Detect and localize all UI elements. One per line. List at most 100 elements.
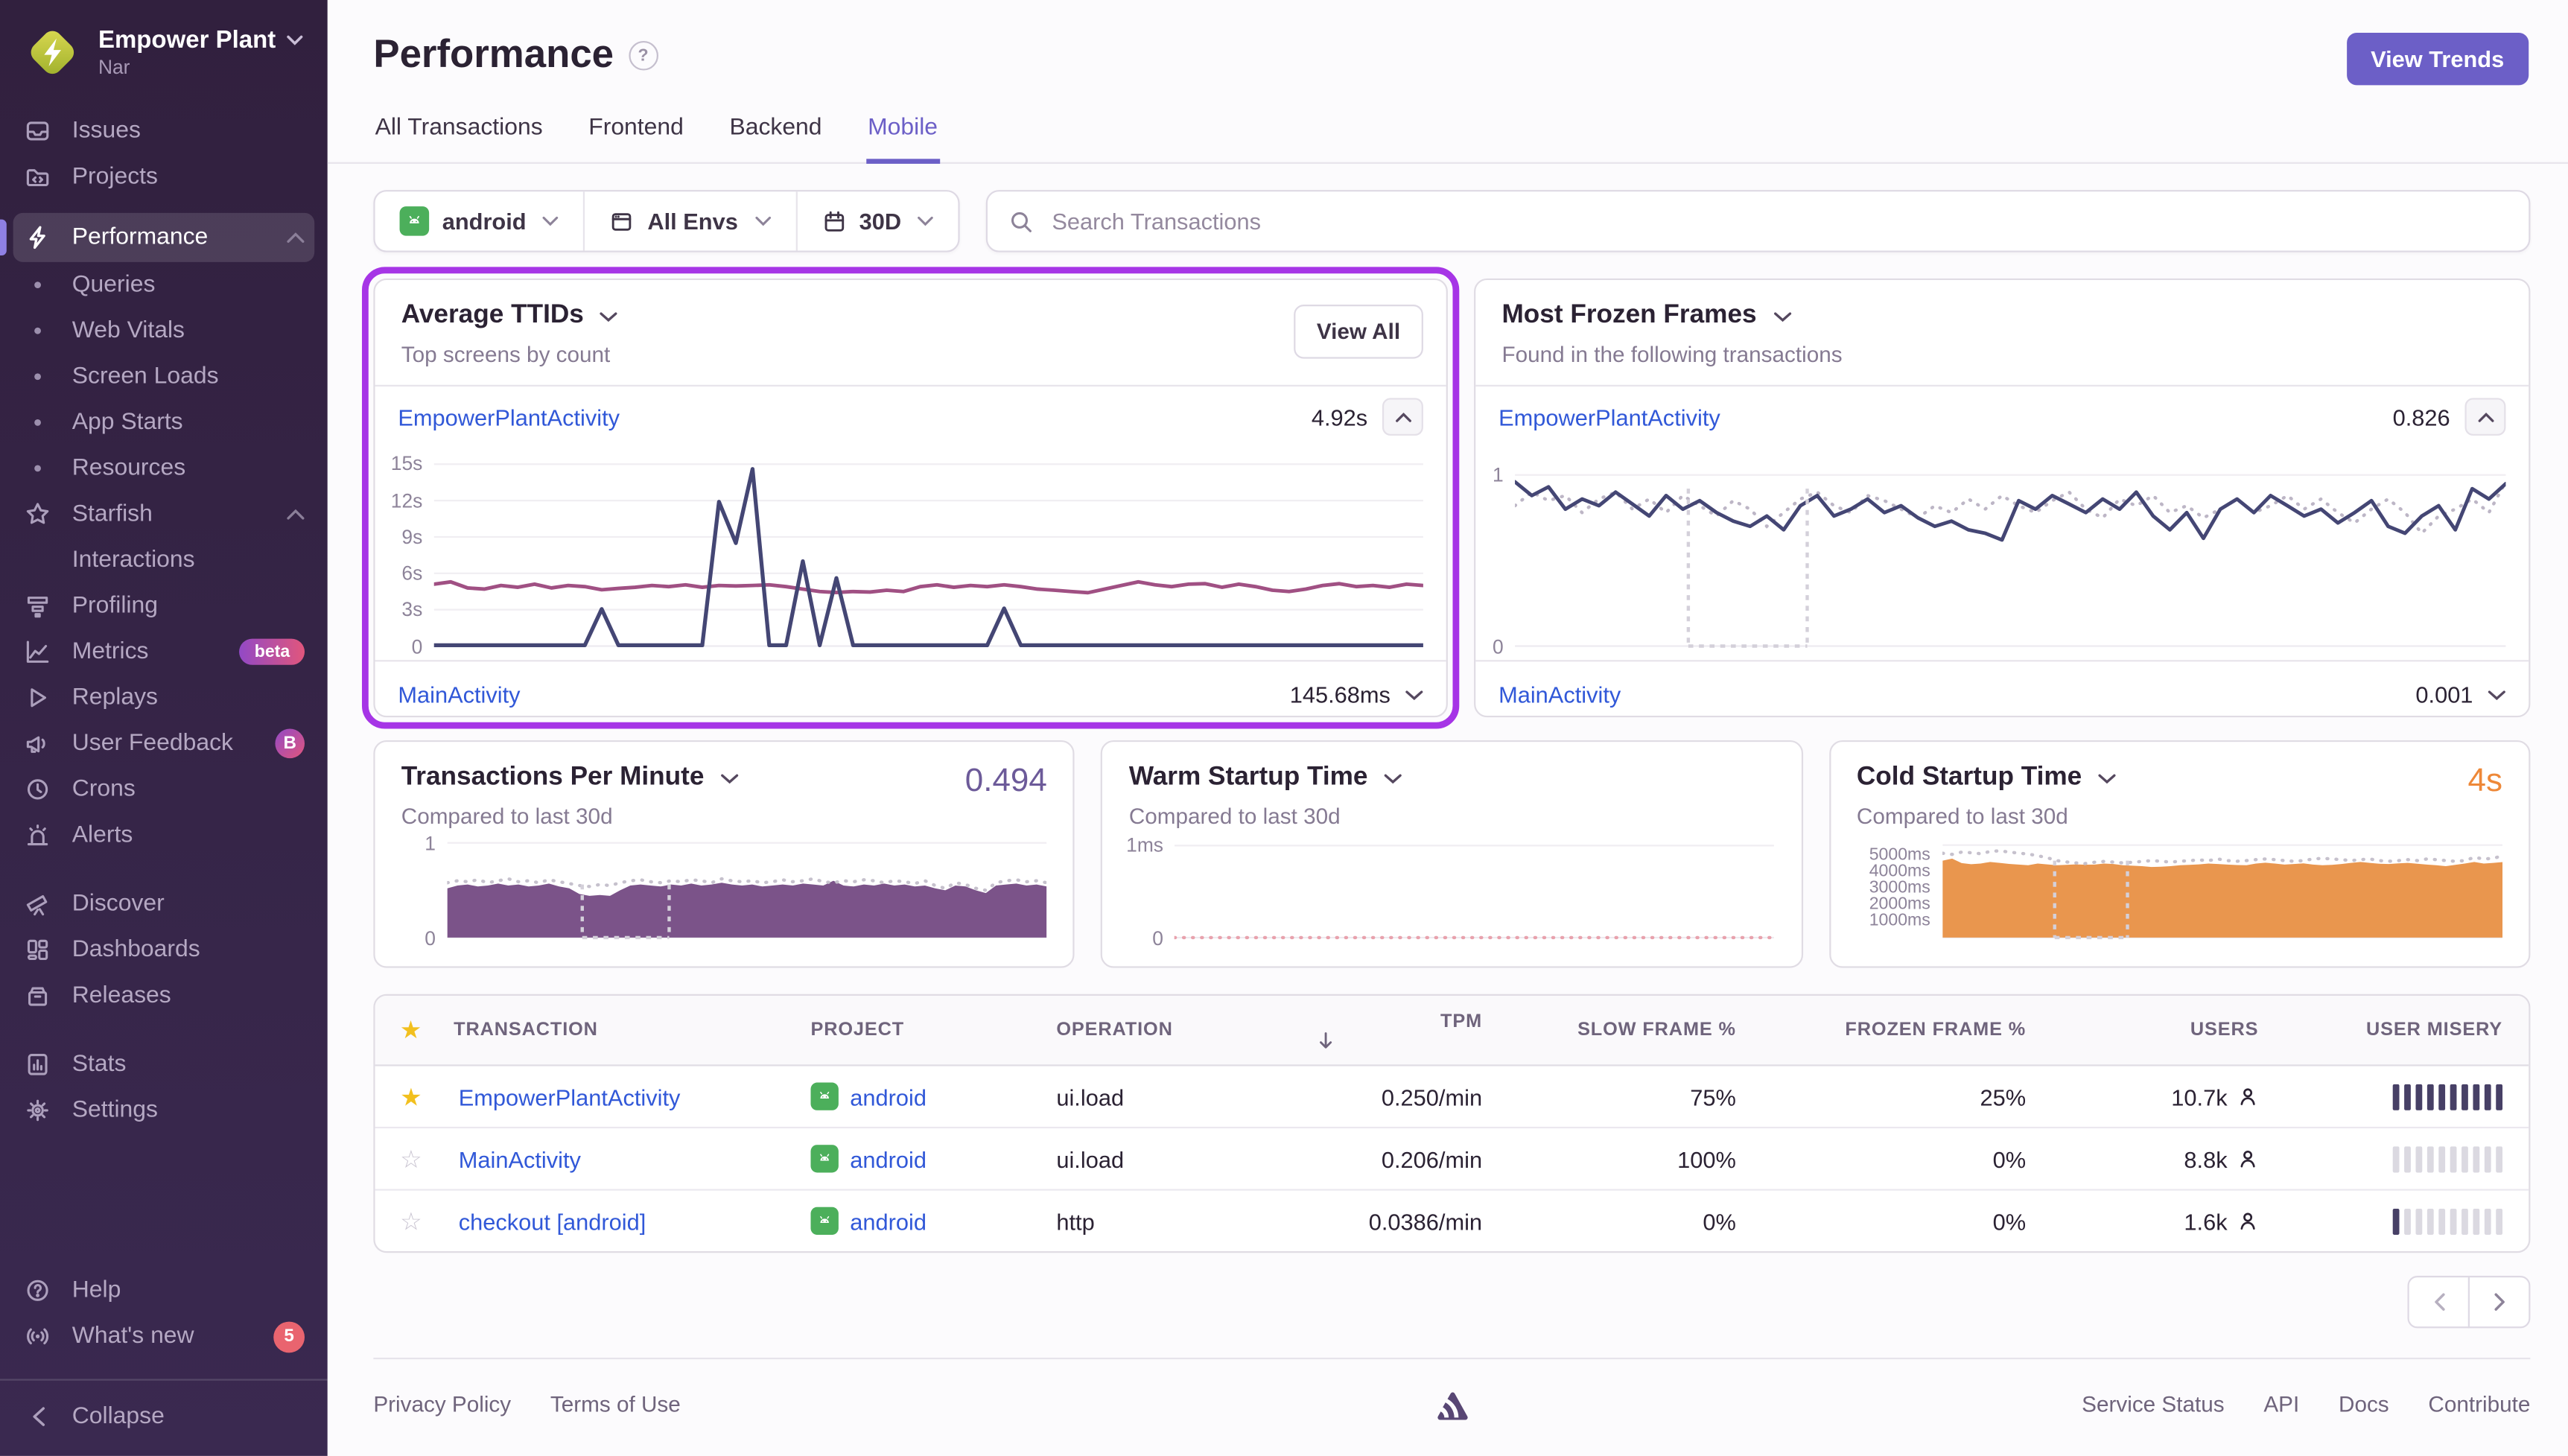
sidebar-item-releases[interactable]: Releases xyxy=(0,973,328,1019)
sidebar-nav: Issues Projects Performance Queries Web … xyxy=(0,108,328,1440)
sidebar-item-resources[interactable]: Resources xyxy=(0,445,328,492)
transaction-link[interactable]: EmpowerPlantActivity xyxy=(1498,404,1720,430)
collapse-row-button[interactable] xyxy=(1382,398,1423,436)
cold-startup-title[interactable]: Cold Startup Time xyxy=(1857,763,2502,793)
sidebar-item-performance[interactable]: Performance xyxy=(0,212,315,262)
api-link[interactable]: API xyxy=(2263,1392,2299,1417)
col-operation[interactable]: OPERATION xyxy=(1050,1020,1312,1040)
environment-filter[interactable]: All Envs xyxy=(583,191,795,251)
warm-startup-title[interactable]: Warm Startup Time xyxy=(1129,763,1775,793)
tpm-value: 0.494 xyxy=(964,763,1047,800)
contribute-link[interactable]: Contribute xyxy=(2428,1392,2530,1417)
user-misery-bars xyxy=(2392,1207,2503,1234)
tpm-chart: 10 xyxy=(401,829,1047,947)
view-all-button[interactable]: View All xyxy=(1294,305,1423,359)
issues-icon xyxy=(23,118,53,144)
sidebar-item-queries[interactable]: Queries xyxy=(0,262,328,308)
star-toggle[interactable] xyxy=(375,1144,448,1174)
privacy-policy-link[interactable]: Privacy Policy xyxy=(373,1392,511,1417)
chevron-down-icon xyxy=(287,35,304,45)
pagination xyxy=(373,1276,2531,1329)
view-trends-button[interactable]: View Trends xyxy=(2346,32,2529,86)
col-transaction[interactable]: TRANSACTION xyxy=(447,1020,804,1040)
org-switcher[interactable]: Empower Plant Nar xyxy=(0,19,328,108)
transaction-link[interactable]: EmpowerPlantActivity xyxy=(459,1084,681,1110)
sidebar-item-web-vitals[interactable]: Web Vitals xyxy=(0,308,328,354)
previous-page-button[interactable] xyxy=(2407,1276,2470,1329)
sidebar-item-alerts[interactable]: Alerts xyxy=(0,813,328,859)
gear-icon xyxy=(23,1097,53,1123)
next-page-button[interactable] xyxy=(2467,1276,2531,1329)
tab-all-transactions[interactable]: All Transactions xyxy=(373,108,544,162)
users-cell: 10.7k xyxy=(2033,1084,2265,1110)
tpm-subtitle: Compared to last 30d xyxy=(401,804,613,829)
sidebar-item-stats[interactable]: Stats xyxy=(0,1042,328,1088)
bullet-icon xyxy=(23,465,53,472)
sidebar-item-whats-new[interactable]: What's new 5 xyxy=(0,1314,328,1360)
sidebar-item-help[interactable]: Help xyxy=(0,1268,328,1314)
search-transactions-input[interactable] xyxy=(1048,206,2508,236)
sidebar-item-user-feedback[interactable]: User Feedback B xyxy=(0,721,328,767)
docs-link[interactable]: Docs xyxy=(2339,1392,2389,1417)
expand-row-button[interactable] xyxy=(1405,689,1423,700)
terms-of-use-link[interactable]: Terms of Use xyxy=(550,1392,681,1417)
star-toggle[interactable] xyxy=(375,1207,448,1236)
star-toggle[interactable] xyxy=(375,1081,448,1111)
chevron-up-icon xyxy=(287,508,305,520)
sidebar-item-interactions[interactable]: Interactions xyxy=(0,537,328,583)
col-user-misery[interactable]: USER MISERY xyxy=(2265,1020,2529,1040)
sidebar-item-replays[interactable]: Replays xyxy=(0,675,328,721)
col-project[interactable]: PROJECT xyxy=(804,1020,1050,1040)
tab-mobile[interactable]: Mobile xyxy=(865,108,940,164)
page-help-icon[interactable]: ? xyxy=(628,40,658,71)
avg-ttids-subtitle: Top screens by count xyxy=(401,342,611,367)
sidebar-collapse-button[interactable]: Collapse xyxy=(0,1379,328,1440)
sidebar-item-discover[interactable]: Discover xyxy=(0,881,328,927)
transaction-link[interactable]: EmpowerPlantActivity xyxy=(398,404,620,430)
tab-frontend[interactable]: Frontend xyxy=(587,108,685,162)
date-range-filter[interactable]: 30D xyxy=(795,191,959,251)
frozen-value: 0.826 xyxy=(2392,404,2450,430)
avg-ttids-title[interactable]: Average TTIDs xyxy=(401,302,1420,331)
collapse-row-button[interactable] xyxy=(2464,398,2506,436)
sidebar-item-profiling[interactable]: Profiling xyxy=(0,583,328,629)
project-filter[interactable]: android xyxy=(375,191,584,250)
y-axis-labels: 5000ms 4000ms 3000ms 2000ms 1000ms xyxy=(1869,844,1930,929)
chart-plot xyxy=(433,452,1423,649)
sidebar-item-screen-loads[interactable]: Screen Loads xyxy=(0,354,328,400)
tpm-panel: Transactions Per Minute Compared to last… xyxy=(373,740,1075,968)
sidebar-item-issues[interactable]: Issues xyxy=(0,108,328,154)
user-misery-cell xyxy=(2265,1145,2529,1172)
col-users[interactable]: USERS xyxy=(2033,1020,2265,1040)
bullet-icon xyxy=(23,327,53,334)
sidebar-item-settings[interactable]: Settings xyxy=(0,1087,328,1134)
telescope-icon xyxy=(23,891,53,917)
project-cell[interactable]: android xyxy=(810,1082,1043,1110)
transaction-link[interactable]: MainActivity xyxy=(398,681,520,708)
sidebar-item-app-starts[interactable]: App Starts xyxy=(0,400,328,446)
sidebar-item-projects[interactable]: Projects xyxy=(0,154,328,200)
project-cell[interactable]: android xyxy=(810,1145,1043,1173)
sidebar-item-starfish[interactable]: Starfish xyxy=(0,492,328,538)
service-status-link[interactable]: Service Status xyxy=(2082,1392,2224,1417)
col-frozen-frame[interactable]: FROZEN FRAME % xyxy=(1743,1020,2033,1040)
transaction-link[interactable]: MainActivity xyxy=(1498,681,1621,708)
sentry-logo-icon[interactable] xyxy=(1434,1389,1469,1425)
chart-plot xyxy=(1175,839,1775,940)
sort-desc-icon xyxy=(1320,1031,1332,1048)
tab-backend[interactable]: Backend xyxy=(728,108,824,162)
sidebar-item-metrics[interactable]: Metrics beta xyxy=(0,629,328,675)
transaction-link[interactable]: checkout [android] xyxy=(459,1208,646,1234)
col-slow-frame[interactable]: SLOW FRAME % xyxy=(1489,1020,1743,1040)
frozen-frames-title[interactable]: Most Frozen Frames xyxy=(1501,302,2502,331)
sidebar-item-crons[interactable]: Crons xyxy=(0,766,328,813)
app-root: Empower Plant Nar Issues Projects Perfor… xyxy=(0,0,2568,1456)
user-misery-bars xyxy=(2392,1145,2503,1172)
avg-ttids-chart: 15s 12s 9s 6s 3s 0 xyxy=(375,447,1446,660)
tpm-title[interactable]: Transactions Per Minute xyxy=(401,763,1047,793)
expand-row-button[interactable] xyxy=(2488,689,2505,700)
transaction-link[interactable]: MainActivity xyxy=(459,1145,581,1172)
project-cell[interactable]: android xyxy=(810,1207,1043,1236)
sidebar-item-dashboards[interactable]: Dashboards xyxy=(0,927,328,973)
col-tpm[interactable]: TPM xyxy=(1312,1011,1488,1049)
